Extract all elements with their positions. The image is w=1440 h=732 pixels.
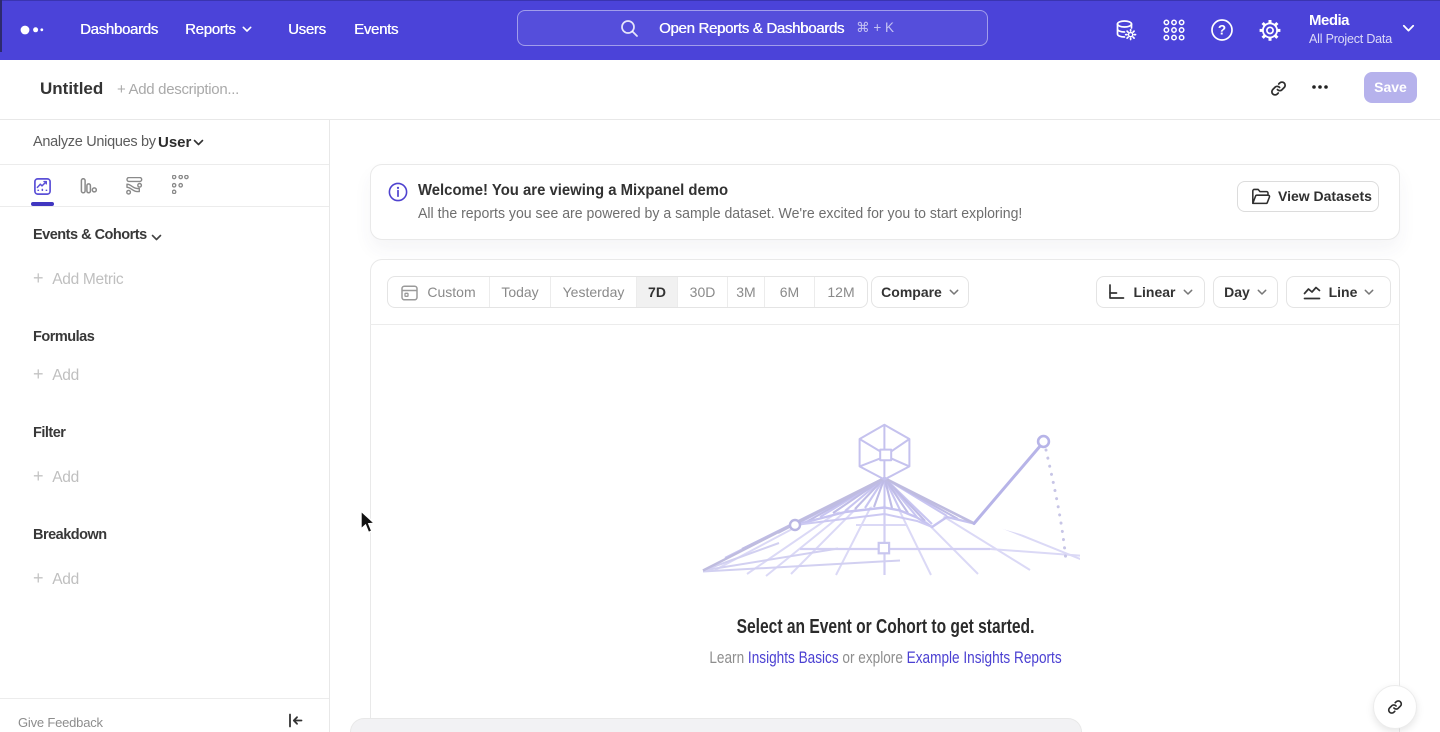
svg-text:?: ? xyxy=(1218,23,1226,38)
